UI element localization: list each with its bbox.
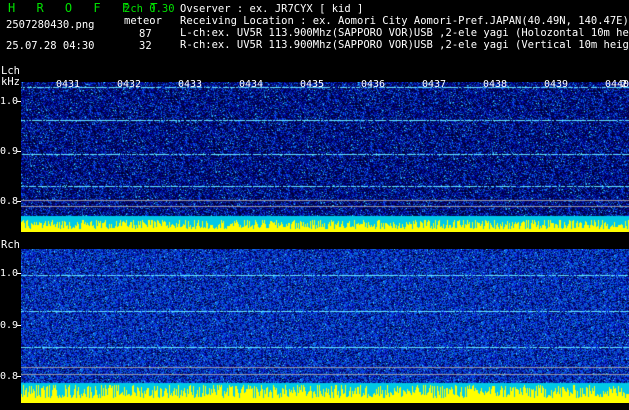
time-tick-label: 0434 bbox=[239, 79, 264, 90]
rch-spectrogram-canvas bbox=[21, 249, 629, 403]
lch-ytick-0.9: 0.9 bbox=[0, 146, 19, 157]
rch-ytick-0.8: 0.8 bbox=[0, 371, 19, 382]
version-label: 2ch 0.30 bbox=[124, 3, 175, 15]
lch-meteor-count: 87 bbox=[139, 28, 152, 40]
lch-ytick-0.8: 0.8 bbox=[0, 196, 19, 207]
time-tick-label: 0435 bbox=[300, 79, 325, 90]
lch-unit-label: kHz bbox=[1, 76, 20, 88]
filename-label: 2507280430.png bbox=[6, 19, 95, 31]
rch-spectrogram bbox=[21, 249, 629, 403]
time-tick-label: 0438 bbox=[483, 79, 508, 90]
meteor-label: meteor bbox=[124, 15, 162, 27]
rch-ytick-1.0: 1.0 bbox=[0, 268, 19, 279]
time-tick-label: 0431 bbox=[56, 79, 81, 90]
time-tick-label: 0432 bbox=[117, 79, 142, 90]
time-tick-label: 0436 bbox=[361, 79, 386, 90]
rch-ytick-0.9: 0.9 bbox=[0, 320, 19, 331]
time-tick-label: 0433 bbox=[178, 79, 203, 90]
location-line: Receiving Location : ex. Aomori City Aom… bbox=[180, 15, 629, 27]
time-tick-label: 0439 bbox=[544, 79, 569, 90]
lch-ytick-1.0: 1.0 bbox=[0, 96, 19, 107]
rch-meteor-count: 32 bbox=[139, 40, 152, 52]
lch-spectrogram-canvas bbox=[21, 82, 629, 232]
rch-receiver-line: R-ch:ex. UV5R 113.900Mhz(SAPPORO VOR)USB… bbox=[180, 39, 629, 51]
time-tick-label: 2 bbox=[621, 79, 628, 90]
lch-receiver-line: L-ch:ex. UV5R 113.900Mhz(SAPPORO VOR)USB… bbox=[180, 27, 629, 39]
time-tick-label: 0437 bbox=[422, 79, 447, 90]
timestamp-label: 25.07.28 04:30 bbox=[6, 40, 95, 52]
station-info: Ovserver : ex. JR7CYX [ kid ] Receiving … bbox=[180, 3, 629, 51]
lch-spectrogram bbox=[21, 82, 629, 232]
rch-label: Rch bbox=[1, 239, 20, 251]
observer-line: Ovserver : ex. JR7CYX [ kid ] bbox=[180, 3, 364, 15]
